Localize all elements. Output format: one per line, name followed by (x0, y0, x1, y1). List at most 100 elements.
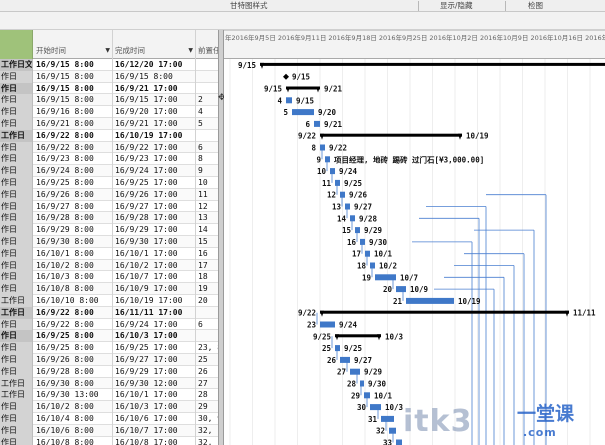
start-time-cell[interactable]: 16/9/26 8:00 (34, 354, 112, 366)
task-name-cell[interactable]: 作日 (0, 188, 33, 201)
column-header-end[interactable]: 完成时间 ▼ (115, 44, 195, 58)
task-name-cell[interactable]: 作日 (0, 236, 33, 248)
predecessors-cell[interactable]: 8 (196, 153, 218, 165)
column-header-predecessors[interactable]: 前置任 (198, 44, 218, 58)
predecessors-cell[interactable]: 26 (196, 366, 218, 378)
end-time-cell[interactable]: 16/10/1 17:00 (113, 248, 195, 260)
task-name-cell[interactable]: 作日 (0, 271, 33, 284)
end-time-cell[interactable]: 16/9/22 17:00 (113, 142, 195, 154)
end-time-cell[interactable]: 16/10/19 17:00 (113, 295, 195, 307)
end-time-cell[interactable]: 16/9/15 8:00 (113, 71, 195, 83)
table-row[interactable]: 工作日文 16/9/15 8:00 16/12/20 17:00 (0, 59, 218, 71)
task-name-cell[interactable]: 作日 (0, 354, 33, 366)
table-row[interactable]: 作日 16/10/3 8:00 16/10/7 17:00 18 (0, 271, 218, 284)
start-time-cell[interactable]: 16/9/30 8:00 (34, 236, 112, 248)
start-time-cell[interactable]: 16/9/15 8:00 (34, 94, 112, 106)
predecessors-cell[interactable]: 9 (196, 165, 218, 177)
end-time-cell[interactable]: 16/9/25 17:00 (113, 177, 195, 189)
predecessors-cell[interactable]: 16 (196, 248, 218, 260)
end-time-cell[interactable]: 16/10/6 17:00 (113, 413, 195, 425)
start-time-cell[interactable]: 16/9/22 8:00 (34, 130, 112, 142)
task-name-cell[interactable]: 作日 (0, 401, 33, 413)
column-header-start[interactable]: 开始时间 ▼ (36, 44, 112, 58)
end-time-cell[interactable]: 16/10/1 17:00 (113, 389, 195, 401)
task-name-cell[interactable]: 作日 (0, 165, 33, 177)
start-time-cell[interactable]: 16/9/25 8:00 (34, 330, 112, 342)
predecessors-cell[interactable] (196, 59, 218, 71)
task-name-cell[interactable]: 作日 (0, 118, 33, 130)
predecessors-cell[interactable]: 29 (196, 401, 218, 413)
predecessors-cell[interactable]: 32, 11 (196, 437, 218, 445)
predecessors-cell[interactable] (196, 71, 218, 83)
chevron-down-icon[interactable]: ▼ (105, 44, 110, 58)
predecessors-cell[interactable] (196, 330, 218, 342)
end-time-cell[interactable]: 16/9/29 17:00 (113, 224, 195, 236)
task-name-cell[interactable]: 作日 (0, 141, 33, 154)
table-row[interactable]: 作日 16/9/15 8:00 16/9/15 8:00 (0, 70, 218, 83)
start-time-cell[interactable]: 16/9/28 8:00 (34, 212, 112, 224)
table-row[interactable]: 作日 16/9/25 8:00 16/10/3 17:00 (0, 330, 218, 343)
task-name-cell[interactable]: 工作日 (0, 306, 33, 319)
table-row[interactable]: 作日 16/9/22 8:00 16/9/22 17:00 6 (0, 141, 218, 154)
task-name-cell[interactable]: 作日 (0, 82, 33, 95)
show-hide-group-label[interactable]: 显示/隐藏 (440, 0, 473, 12)
end-time-cell[interactable]: 16/9/21 17:00 (113, 118, 195, 130)
task-name-cell[interactable]: 作日 (0, 247, 33, 260)
end-time-cell[interactable]: 16/10/19 17:00 (113, 130, 195, 142)
end-time-cell[interactable]: 16/11/11 17:00 (113, 307, 195, 319)
task-name-cell[interactable]: 作日 (0, 259, 33, 272)
task-grid[interactable]: 开始时间 ▼ 完成时间 ▼ 前置任 工作日文 16/9/15 8:00 16/12/20… (0, 30, 218, 445)
table-row[interactable]: 作日16/10/4 8:0016/10/6 17:0030, 9 (0, 413, 218, 425)
table-row[interactable]: 作日 16/9/15 8:00 16/9/15 17:00 2 (0, 94, 218, 107)
end-time-cell[interactable]: 16/12/20 17:00 (113, 59, 195, 71)
start-time-cell[interactable]: 16/9/22 8:00 (34, 142, 112, 154)
predecessors-cell[interactable] (196, 130, 218, 142)
start-time-cell[interactable]: 16/10/6 8:00 (34, 425, 112, 437)
task-name-cell[interactable]: 作日 (0, 212, 33, 225)
start-time-cell[interactable]: 16/9/30 8:00 (34, 378, 112, 390)
predecessors-cell[interactable]: 2 (196, 94, 218, 106)
table-row[interactable]: 工作日 16/9/30 13:00 16/10/1 17:00 28 (0, 389, 218, 402)
predecessors-cell[interactable]: 20 (196, 295, 218, 307)
start-time-cell[interactable]: 16/9/29 8:00 (34, 224, 112, 236)
start-time-cell[interactable]: 16/9/15 8:00 (34, 83, 112, 95)
predecessors-cell[interactable]: 12 (196, 201, 218, 213)
task-name-cell[interactable]: 作日 (0, 436, 33, 445)
end-time-cell[interactable]: 16/9/25 17:00 (113, 342, 195, 354)
end-time-cell[interactable]: 16/9/27 17:00 (113, 201, 195, 213)
start-time-cell[interactable]: 16/9/22 8:00 (34, 307, 112, 319)
table-row[interactable]: 作日 16/9/30 8:00 16/9/30 17:00 15 (0, 236, 218, 248)
task-name-cell[interactable]: 作日 (0, 224, 33, 236)
predecessors-cell[interactable]: 23, 8 (196, 342, 218, 354)
end-time-cell[interactable]: 16/9/24 17:00 (113, 165, 195, 177)
table-row[interactable]: 作日 16/9/28 8:00 16/9/28 17:00 13 (0, 212, 218, 225)
table-row[interactable]: 作日 16/9/22 8:00 16/9/24 17:00 6 (0, 318, 218, 331)
end-time-cell[interactable]: 16/9/30 17:00 (113, 236, 195, 248)
task-name-cell[interactable]: 工作日 (0, 377, 33, 390)
predecessors-cell[interactable]: 14 (196, 224, 218, 236)
predecessors-cell[interactable]: 18 (196, 271, 218, 283)
table-row[interactable]: 作日 16/9/15 8:00 16/9/21 17:00 (0, 82, 218, 95)
end-time-cell[interactable]: 16/9/27 17:00 (113, 354, 195, 366)
predecessors-cell[interactable]: 10 (196, 177, 218, 189)
task-name-cell[interactable]: 工作日 (0, 389, 33, 402)
gantt-chart[interactable]: 年2016年9月5日 2016年9月11日 2016年9月18日 2016年9月… (224, 30, 605, 445)
end-time-cell[interactable]: 16/10/3 17:00 (113, 330, 195, 342)
table-row[interactable]: 作日 16/9/25 8:00 16/9/25 17:00 10 (0, 177, 218, 189)
task-name-cell[interactable]: 作日 (0, 342, 33, 354)
start-time-cell[interactable]: 16/10/4 8:00 (34, 413, 112, 425)
start-time-cell[interactable]: 16/10/2 8:00 (34, 260, 112, 272)
start-time-cell[interactable]: 16/9/21 8:00 (34, 118, 112, 130)
task-name-cell[interactable]: 工作日 (0, 129, 33, 142)
task-name-cell[interactable]: 作日 (0, 365, 33, 378)
task-name-cell[interactable]: 作日 (0, 413, 33, 425)
table-row[interactable]: 作日 16/9/28 8:00 16/9/29 17:00 26 (0, 365, 218, 378)
end-time-cell[interactable]: 16/9/30 12:00 (113, 378, 195, 390)
end-time-cell[interactable]: 16/9/20 17:00 (113, 106, 195, 118)
task-name-cell[interactable]: 工作日 (0, 295, 33, 307)
start-time-cell[interactable]: 16/9/28 8:00 (34, 366, 112, 378)
table-row[interactable]: 作日16/10/6 8:0016/10/7 17:0032, 11 (0, 424, 218, 437)
predecessors-cell[interactable]: 19 (196, 283, 218, 295)
end-time-cell[interactable]: 16/10/3 17:00 (113, 401, 195, 413)
predecessors-cell[interactable]: 17 (196, 260, 218, 272)
